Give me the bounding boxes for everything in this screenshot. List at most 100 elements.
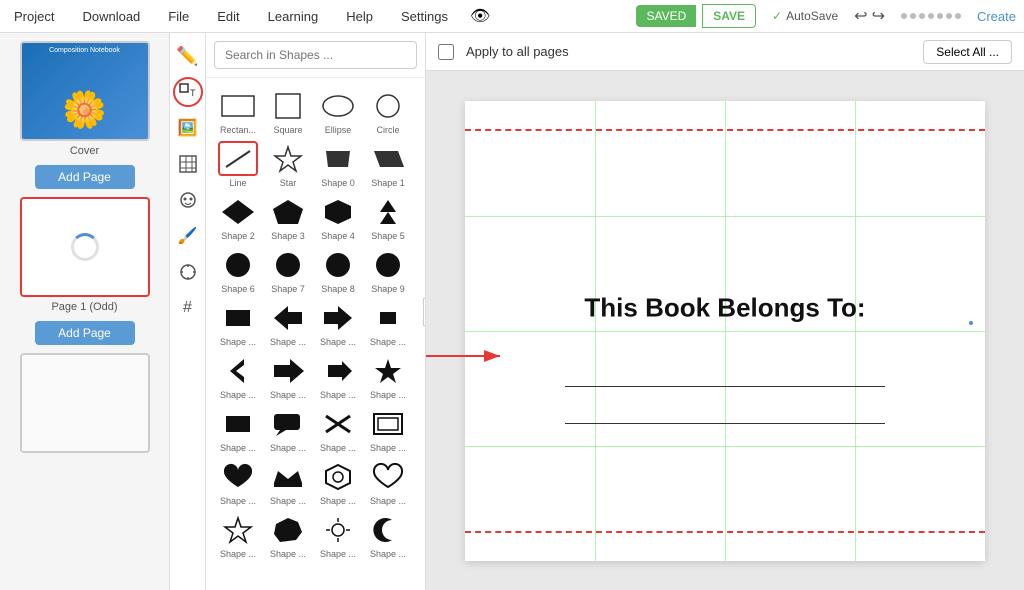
menu-settings[interactable]: Settings	[395, 5, 454, 28]
menu-project[interactable]: Project	[8, 5, 60, 28]
shape-arrow-r2[interactable]: Shape ...	[314, 351, 362, 402]
shape-star3[interactable]: Shape ...	[214, 510, 262, 561]
shape-sq2[interactable]: Shape ...	[214, 404, 262, 455]
shape-sq1[interactable]: Shape ...	[214, 298, 262, 349]
shape-hex2[interactable]: Shape ...	[314, 457, 362, 508]
shape-arrow-left[interactable]: Shape ...	[264, 298, 312, 349]
star2-label: Shape ...	[366, 390, 410, 400]
apply-checkbox[interactable]	[438, 44, 454, 60]
shape-square[interactable]: Square	[264, 86, 312, 137]
shape-0[interactable]: Shape 0	[314, 139, 362, 190]
image-tool-button[interactable]: 🖼️	[173, 113, 203, 143]
shape-5[interactable]: Shape 5	[364, 192, 412, 243]
autosave-label[interactable]: AutoSave	[786, 9, 838, 23]
saved-button[interactable]: SAVED	[636, 5, 696, 27]
shape-speech[interactable]: Shape ...	[264, 404, 312, 455]
hex2-label: Shape ...	[316, 496, 360, 506]
add-page-button-top[interactable]: Add Page	[35, 165, 135, 189]
menu-edit[interactable]: Edit	[211, 5, 245, 28]
shapes-grid: Rectan... Square Ellipse	[206, 78, 425, 590]
dashed-top-border	[465, 129, 985, 131]
redo-button[interactable]: ↪	[872, 6, 885, 26]
dot7	[955, 13, 961, 19]
shape-chev-l[interactable]: Shape ...	[214, 351, 262, 402]
page2-thumbnail[interactable]	[20, 353, 150, 453]
shape-crescent[interactable]: Shape ...	[364, 510, 412, 561]
shape-arrow-right[interactable]: Shape ...	[314, 298, 362, 349]
menu-download[interactable]: Download	[76, 5, 146, 28]
shape-9[interactable]: Shape 9	[364, 245, 412, 296]
shape-star[interactable]: Star	[264, 139, 312, 190]
edit-tool-button[interactable]: ✏️	[173, 41, 203, 71]
dot5	[937, 13, 943, 19]
shape-crown[interactable]: Shape ...	[264, 457, 312, 508]
dot2	[910, 13, 916, 19]
ellipse-icon	[318, 88, 358, 123]
shape6-icon	[218, 247, 258, 282]
shape-square-label: Square	[266, 125, 310, 135]
crown-label: Shape ...	[266, 496, 310, 506]
shape-6[interactable]: Shape 6	[214, 245, 262, 296]
sq2-icon	[218, 406, 258, 441]
menu-help[interactable]: Help	[340, 5, 379, 28]
page1-thumb[interactable]: Page 1 (Odd)	[8, 197, 161, 313]
page2-thumb[interactable]	[8, 353, 161, 453]
shape-small-sq[interactable]: Shape ...	[364, 298, 412, 349]
shape-7[interactable]: Shape 7	[264, 245, 312, 296]
arrow-left-icon	[268, 300, 308, 335]
canvas-dot	[969, 321, 973, 325]
mask-tool-button[interactable]	[173, 185, 203, 215]
blob-icon	[268, 512, 308, 547]
shape1-icon	[368, 141, 408, 176]
shape-3[interactable]: Shape 3	[264, 192, 312, 243]
effects-tool-button[interactable]	[173, 257, 203, 287]
shapes-tool-button active[interactable]: T	[173, 77, 203, 107]
shape-4[interactable]: Shape 4	[314, 192, 362, 243]
shape-rectangle[interactable]: Rectan...	[214, 86, 262, 137]
shapes-row-8: Shape ... Shape ... Shape ...	[214, 457, 417, 508]
canvas-content[interactable]: This Book Belongs To:	[426, 71, 1024, 590]
save-button[interactable]: SAVE	[702, 4, 756, 28]
effects-tool-icon	[178, 262, 198, 282]
shape-8[interactable]: Shape 8	[314, 245, 362, 296]
shape-blob[interactable]: Shape ...	[264, 510, 312, 561]
shapes-row-7: Shape ... Shape ... Shape ...	[214, 404, 417, 455]
create-button[interactable]: Create	[977, 9, 1016, 24]
page1-label: Page 1 (Odd)	[51, 301, 117, 313]
canvas-area: Apply to all pages Select All ... This B	[426, 33, 1024, 590]
shape-heart[interactable]: Shape ...	[214, 457, 262, 508]
hashtag-tool-button[interactable]: #	[173, 293, 203, 323]
undo-button[interactable]: ↩	[854, 6, 867, 26]
shape-heart2[interactable]: Shape ...	[364, 457, 412, 508]
tools-sidebar: ✏️ T 🖼️ 🖌️	[170, 33, 206, 590]
table-tool-button[interactable]	[173, 149, 203, 179]
cover-page-thumb[interactable]: Composition Notebook 🌼 Cover	[8, 41, 161, 157]
shape-circle[interactable]: Circle	[364, 86, 412, 137]
shape-1[interactable]: Shape 1	[364, 139, 412, 190]
shape8-icon	[318, 247, 358, 282]
speech-icon	[268, 406, 308, 441]
page-canvas[interactable]: This Book Belongs To:	[465, 101, 985, 561]
heart2-label: Shape ...	[366, 496, 410, 506]
shape-chev-r[interactable]: Shape ...	[264, 351, 312, 402]
menu-learning[interactable]: Learning	[262, 5, 325, 28]
shape-frame[interactable]: Shape ...	[364, 404, 412, 455]
page1-thumbnail[interactable]	[20, 197, 150, 297]
shape-cross[interactable]: Shape ...	[314, 404, 362, 455]
shape-star2[interactable]: Shape ...	[364, 351, 412, 402]
menu-file[interactable]: File	[162, 5, 195, 28]
shape-sun[interactable]: Shape ...	[314, 510, 362, 561]
cover-thumbnail[interactable]: Composition Notebook 🌼	[20, 41, 150, 141]
paint-tool-button[interactable]: 🖌️	[173, 221, 203, 251]
small-sq-icon	[368, 300, 408, 335]
shape-ellipse[interactable]: Ellipse	[314, 86, 362, 137]
preview-icon[interactable]: 👁	[470, 6, 490, 26]
shape-line[interactable]: Line	[214, 139, 262, 190]
sun-icon	[318, 512, 358, 547]
add-page-button-bottom[interactable]: Add Page	[35, 321, 135, 345]
select-all-button[interactable]: Select All ...	[923, 40, 1012, 64]
autosave-area: ✓ AutoSave	[772, 9, 838, 23]
cover-title-text: Composition Notebook	[49, 47, 120, 54]
shapes-search-input[interactable]	[214, 41, 417, 69]
shape-2[interactable]: Shape 2	[214, 192, 262, 243]
